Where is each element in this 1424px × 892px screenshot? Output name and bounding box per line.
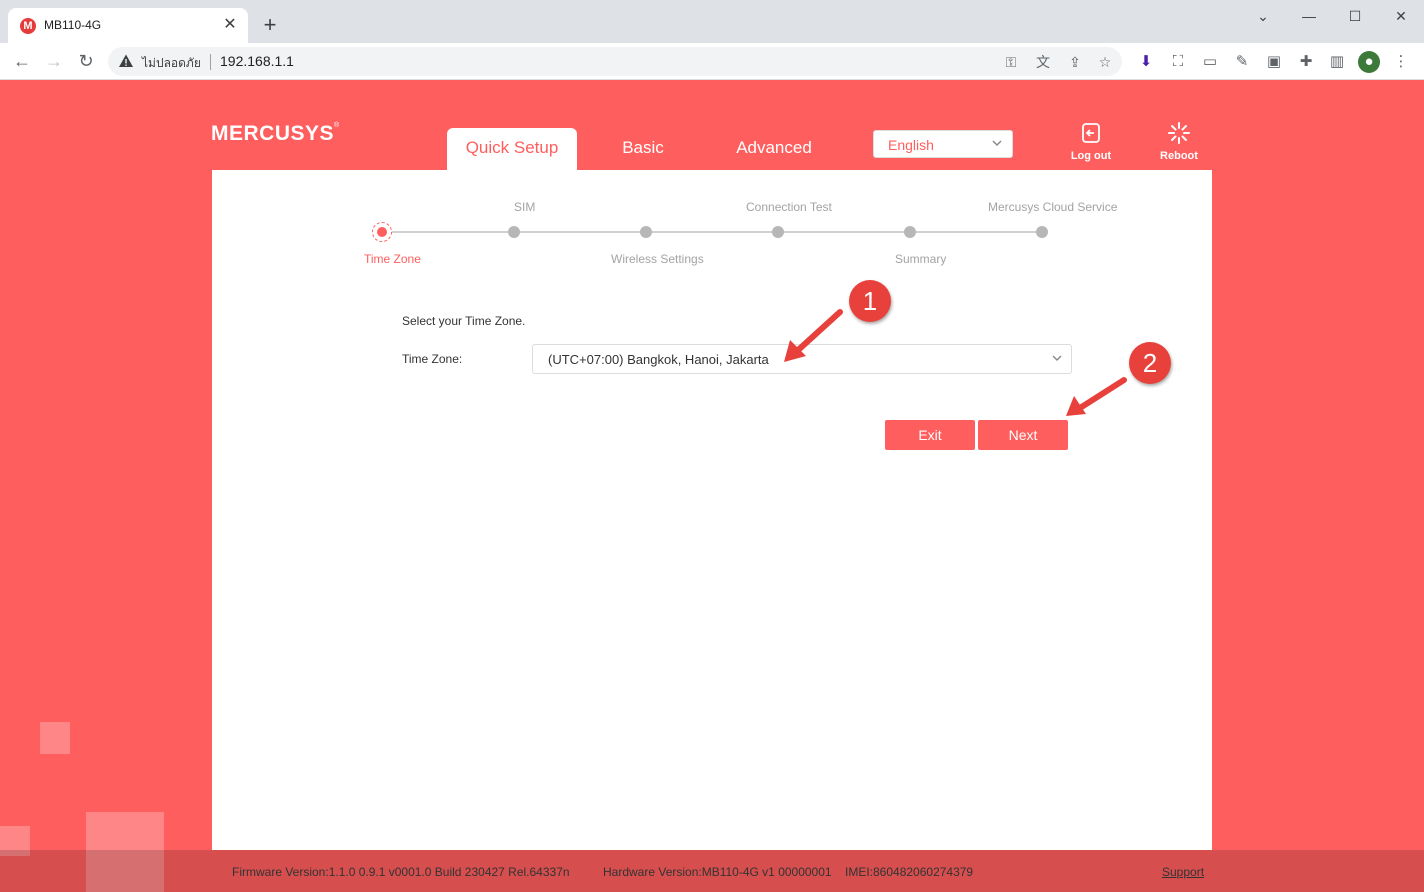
url-text[interactable]: 192.168.1.1 — [220, 53, 294, 69]
tab-quick-setup[interactable]: Quick Setup — [447, 128, 577, 170]
chevron-down-icon — [992, 140, 1002, 147]
page-footer: Firmware Version:1.1.0 0.9.1 v0001.0 Bui… — [0, 850, 1424, 892]
maximize-icon[interactable]: ☐ — [1332, 4, 1378, 28]
router-page: MERCUSYS® Quick Setup Basic Advanced Eng… — [0, 80, 1424, 892]
extensions-puzzle-icon[interactable]: ✚ — [1295, 51, 1317, 73]
tab-advanced[interactable]: Advanced — [718, 128, 830, 170]
browser-tab[interactable]: M MB110-4G ✕ — [8, 8, 248, 43]
minimize-icon[interactable]: — — [1286, 4, 1332, 28]
tab-basic[interactable]: Basic — [596, 128, 690, 170]
address-bar[interactable]: ไม่ปลอดภัย 192.168.1.1 ⚿ 文 ⇪ ☆ — [108, 47, 1122, 76]
menu-kebab-icon[interactable]: ⋮ — [1390, 51, 1412, 73]
step-label-time-zone: Time Zone — [364, 252, 421, 266]
timezone-value: (UTC+07:00) Bangkok, Hanoi, Jakarta — [548, 352, 769, 367]
step-dot-summary — [904, 226, 916, 238]
screenshot-extension-icon[interactable]: ⛶ — [1167, 51, 1189, 73]
annotation-arrow-2 — [1066, 377, 1127, 416]
forward-icon[interactable]: → — [42, 49, 66, 73]
step-label-summary: Summary — [895, 252, 947, 266]
annotation-arrow-1 — [784, 309, 843, 362]
logout-button[interactable]: Log out — [1061, 122, 1121, 162]
exit-button[interactable]: Exit — [885, 420, 975, 450]
stepper-track — [382, 231, 1042, 233]
step-label-wireless-settings: Wireless Settings — [611, 252, 704, 266]
logout-label: Log out — [1070, 150, 1112, 162]
step-dot-wireless-settings — [640, 226, 652, 238]
mercusys-logo: MERCUSYS® — [211, 122, 340, 145]
omnibox-divider — [210, 54, 211, 70]
language-value: English — [888, 137, 934, 153]
hardware-version: Hardware Version:MB110-4G v1 00000001 — [603, 865, 832, 879]
cast-extension-icon[interactable]: ▭ — [1199, 51, 1221, 73]
next-button[interactable]: Next — [978, 420, 1068, 450]
not-secure-label: ไม่ปลอดภัย — [142, 56, 201, 70]
step-dot-cloud-service — [1036, 226, 1048, 238]
side-panel-icon[interactable]: ▥ — [1326, 51, 1348, 73]
language-select[interactable]: English — [873, 130, 1013, 158]
firmware-version: Firmware Version:1.1.0 0.9.1 v0001.0 Bui… — [232, 865, 570, 879]
download-extension-icon[interactable]: ⬇ — [1135, 51, 1157, 73]
close-tab-icon[interactable]: ✕ — [220, 15, 240, 35]
tab-title: MB110-4G — [44, 18, 102, 32]
step-label-cloud-service: Mercusys Cloud Service — [988, 200, 1118, 214]
timezone-label: Time Zone: — [402, 352, 463, 366]
mercusys-favicon-icon: M — [20, 18, 36, 34]
edit-extension-icon[interactable]: ✎ — [1231, 51, 1253, 73]
step-dot-connection-test — [772, 226, 784, 238]
annotation-callout-2: 2 — [1129, 342, 1171, 384]
warning-icon — [119, 54, 133, 67]
reboot-button[interactable]: Reboot — [1149, 122, 1209, 162]
step-label-sim: SIM — [514, 200, 536, 214]
tab-search-chevron-icon[interactable]: ⌄ — [1240, 4, 1286, 28]
back-icon[interactable]: ← — [10, 49, 34, 73]
imei-text: IMEI:860482060274379 — [845, 865, 974, 879]
quick-setup-panel: SIM Connection Test Mercusys Cloud Servi… — [212, 170, 1212, 850]
reboot-spinner-icon — [1168, 122, 1190, 144]
close-window-icon[interactable]: ✕ — [1378, 4, 1424, 28]
reboot-label: Reboot — [1160, 150, 1198, 162]
profile-avatar-icon[interactable]: ● — [1358, 51, 1380, 73]
share-icon[interactable]: ⇪ — [1066, 53, 1084, 71]
browser-toolbar: ← → ↻ ไม่ปลอดภัย 192.168.1.1 ⚿ 文 ⇪ ☆ ⬇ ⛶… — [0, 43, 1424, 80]
translate-icon[interactable]: 文 — [1034, 53, 1052, 71]
new-tab-icon[interactable]: + — [258, 13, 282, 37]
timezone-intro-text: Select your Time Zone. — [402, 314, 526, 328]
step-label-connection-test: Connection Test — [746, 200, 832, 214]
bookmark-star-icon[interactable]: ☆ — [1096, 53, 1114, 71]
annotation-callout-1: 1 — [849, 280, 891, 322]
key-icon[interactable]: ⚿ — [1002, 53, 1020, 71]
reload-icon[interactable]: ↻ — [74, 49, 98, 73]
chevron-down-icon — [1052, 355, 1062, 361]
step-dot-time-zone — [372, 222, 392, 242]
browser-titlebar: M MB110-4G ✕ + ⌄ — ☐ ✕ — [0, 0, 1424, 43]
step-dot-sim — [508, 226, 520, 238]
logout-icon — [1082, 123, 1100, 143]
background-decoration — [40, 722, 70, 754]
capture-extension-icon[interactable]: ▣ — [1263, 51, 1285, 73]
support-link[interactable]: Support — [1162, 865, 1204, 879]
